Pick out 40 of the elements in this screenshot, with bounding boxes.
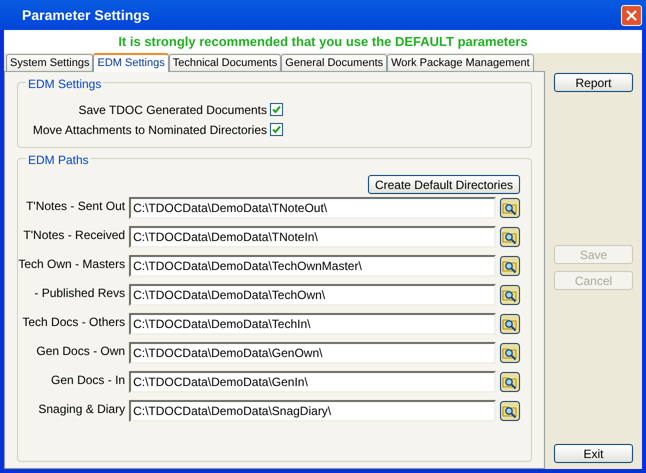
path-label: Tech Docs - Others [21,314,126,331]
tab[interactable]: Work Package Management [387,54,534,71]
path-field[interactable]: C:\TDOCData\DemoData\GenOwn\ [129,342,496,364]
path-field[interactable]: C:\TDOCData\DemoData\SnagDiary\ [129,400,496,422]
folder-search-icon[interactable] [500,256,520,276]
path-field[interactable]: C:\TDOCData\DemoData\TechIn\ [129,313,496,335]
window-title: Parameter Settings [22,6,151,25]
folder-search-icon[interactable] [500,285,520,305]
tab[interactable]: Technical Documents [168,54,282,71]
path-field[interactable]: C:\TDOCData\DemoData\GenIn\ [129,371,496,393]
folder-search-icon[interactable] [500,314,520,334]
create-directories-button[interactable]: Create Default Directories [368,175,520,194]
folder-search-icon[interactable] [500,227,520,247]
checkbox-label: Move Attachments to Nominated Directories [32,122,267,138]
path-field[interactable]: C:\TDOCData\DemoData\TNoteOut\ [129,197,496,219]
path-label: Gen Docs - Own [35,343,126,360]
folder-search-icon[interactable] [500,343,520,363]
path-field[interactable]: C:\TDOCData\DemoData\TechOwn\ [129,284,496,306]
path-label: - Published Revs [33,285,126,302]
recommendation-text: It is strongly recommended that you use the DEFAULT parameters [118,32,528,51]
tab[interactable]: EDM Settings [93,53,169,72]
path-label: Gen Docs - In [50,372,126,389]
close-icon [626,10,637,20]
path-label: Snaging & Diary [37,401,126,418]
folder-search-icon[interactable] [500,372,520,392]
checkbox[interactable] [270,123,283,136]
folder-search-icon[interactable] [500,198,520,218]
checkbox-label: Save TDOC Generated Documents [78,102,267,118]
path-label: T'Notes - Sent Out [25,198,126,215]
checkbox[interactable] [270,103,283,116]
path-field[interactable]: C:\TDOCData\DemoData\TechOwnMaster\ [129,255,496,277]
side-button[interactable]: Report [554,73,633,92]
folder-search-icon[interactable] [500,401,520,421]
tab[interactable]: System Settings [6,54,94,71]
path-label: T'Notes - Received [22,227,126,244]
close-button[interactable] [621,4,642,26]
side-button[interactable]: Exit [554,444,633,463]
path-field[interactable]: C:\TDOCData\DemoData\TNoteIn\ [129,226,496,248]
tab[interactable]: General Documents [281,54,388,71]
path-label: Tech Own - Masters [18,256,126,273]
